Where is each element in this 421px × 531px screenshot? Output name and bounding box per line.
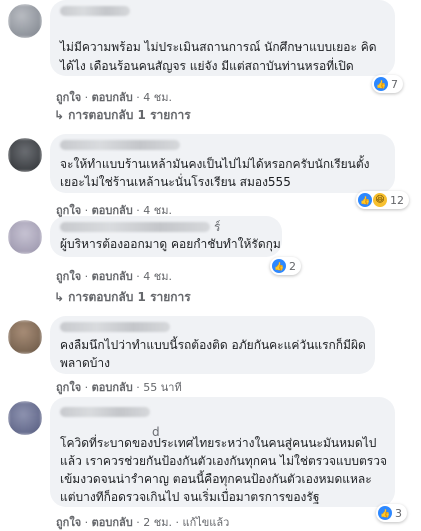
reaction-summary[interactable]: 👍 😆 12 [356,191,409,209]
reaction-count: 12 [390,193,404,207]
commenter-name-tail: ร์ [214,220,221,234]
comment-text-line: เยอะไม่ใช่ร้านเหล้านะนั่นโรงเรียน สมอง55… [60,175,291,189]
like-link[interactable]: ถูกใจ [56,91,81,104]
view-replies-link[interactable]: ↳ การตอบกลับ 1 รายการ [54,288,191,307]
like-icon: 👍 [272,259,286,273]
reply-link[interactable]: ตอบกลับ [92,270,133,283]
comment-actions: ถูกใจ · ตอบกลับ · 4 ชม. [56,270,172,283]
haha-icon: 😆 [373,193,387,207]
comment-text-line: ไม่มีความพร้อม ไม่ประเมินสถานการณ์ นักศึ… [60,40,377,54]
timestamp[interactable]: 4 ชม. [143,91,172,104]
commenter-name-redacted[interactable] [60,322,170,332]
commenter-name-redacted[interactable] [60,222,210,232]
timestamp[interactable]: 55 นาที [143,381,181,394]
comment-text-line: แล้ว เราควรช่วยกันป้องกันตัวเองกันทุกคน … [60,454,387,468]
comment-text-line: โควิดที่ระบาดของประเทศไทยระหว่างในคนสู่ค… [60,436,377,450]
reaction-count: 2 [289,259,296,273]
comment-actions: ถูกใจ · ตอบกลับ · 2 ชม. · แก้ไขแล้ว [56,516,230,529]
reply-arrow-icon: ↳ [54,290,65,304]
like-icon: 👍 [374,77,388,91]
comment-actions: ถูกใจ · ตอบกลับ · 4 ชม. [56,91,172,104]
reaction-summary[interactable]: 👍 7 [372,75,403,93]
comment-text-line: แต่บางทีก็อดรวจเกินไป จนเริ่มเบื่อมาตรกา… [60,490,320,504]
view-replies-label: การตอบกลับ 1 รายการ [68,290,191,304]
reaction-summary[interactable]: 👍 3 [376,504,407,522]
comment-bubble: จะให้ทำแบบร้านเหล้ามันคงเป็นไปไม่ได้หรอก… [50,134,395,193]
comment-bubble: ร์ ผู้บริหารต้องออกมาดู คอยกำชับทำให้รัด… [50,216,282,257]
like-icon: 👍 [378,506,392,520]
commenter-name-redacted[interactable] [60,140,180,150]
avatar[interactable] [8,320,42,354]
like-icon: 👍 [358,193,372,207]
comment-text-line: คงลืมนึกไปว่าทำแบบนี้รถต้องติด อภัยกันคะ… [60,338,366,352]
commenter-name-redacted[interactable] [60,6,130,16]
reaction-count: 3 [395,506,402,520]
view-replies-link[interactable]: ↳ การตอบกลับ 1 รายการ [54,106,191,125]
comment-actions: ถูกใจ · ตอบกลับ · 55 นาที [56,381,182,394]
comment-text-line: ผู้บริหารต้องออกมาดู คอยกำชับทำให้รัดกุม [60,237,281,251]
comment-text-line: ได้ไง เดือนร้อนคนสัญจร แย่จัง มีแต่สถาบั… [60,59,354,73]
reply-arrow-icon: ↳ [54,108,65,122]
like-link[interactable]: ถูกใจ [56,270,81,283]
commenter-name-redacted[interactable] [60,407,150,417]
comment-text-line: พลาดบ้าง [60,356,111,370]
avatar[interactable] [8,138,42,172]
timestamp[interactable]: 4 ชม. [143,270,172,283]
comment-bubble: คงลืมนึกไปว่าทำแบบนี้รถต้องติด อภัยกันคะ… [50,316,375,374]
like-link[interactable]: ถูกใจ [56,381,81,394]
view-replies-label: การตอบกลับ 1 รายการ [68,108,191,122]
reaction-count: 7 [391,77,398,91]
avatar[interactable] [8,4,42,38]
comment-text-line: จะให้ทำแบบร้านเหล้ามันคงเป็นไปไม่ได้หรอก… [60,157,370,171]
reply-link[interactable]: ตอบกลับ [92,381,133,394]
reaction-summary[interactable]: 👍 2 [270,257,301,275]
comment-bubble: ไม่มีความพร้อม ไม่ประเมินสถานการณ์ นักศึ… [50,0,395,76]
comment-text-line: เข้มงวดจนน่ารำคาญ ตอนนี้คือทุกคนป้องกันต… [60,472,372,486]
comment-bubble: d โควิดที่ระบาดของประเทศไทยระหว่างในคนสู… [50,397,395,507]
reply-link[interactable]: ตอบกลับ [92,91,133,104]
avatar[interactable] [8,401,42,435]
avatar[interactable] [8,220,42,254]
